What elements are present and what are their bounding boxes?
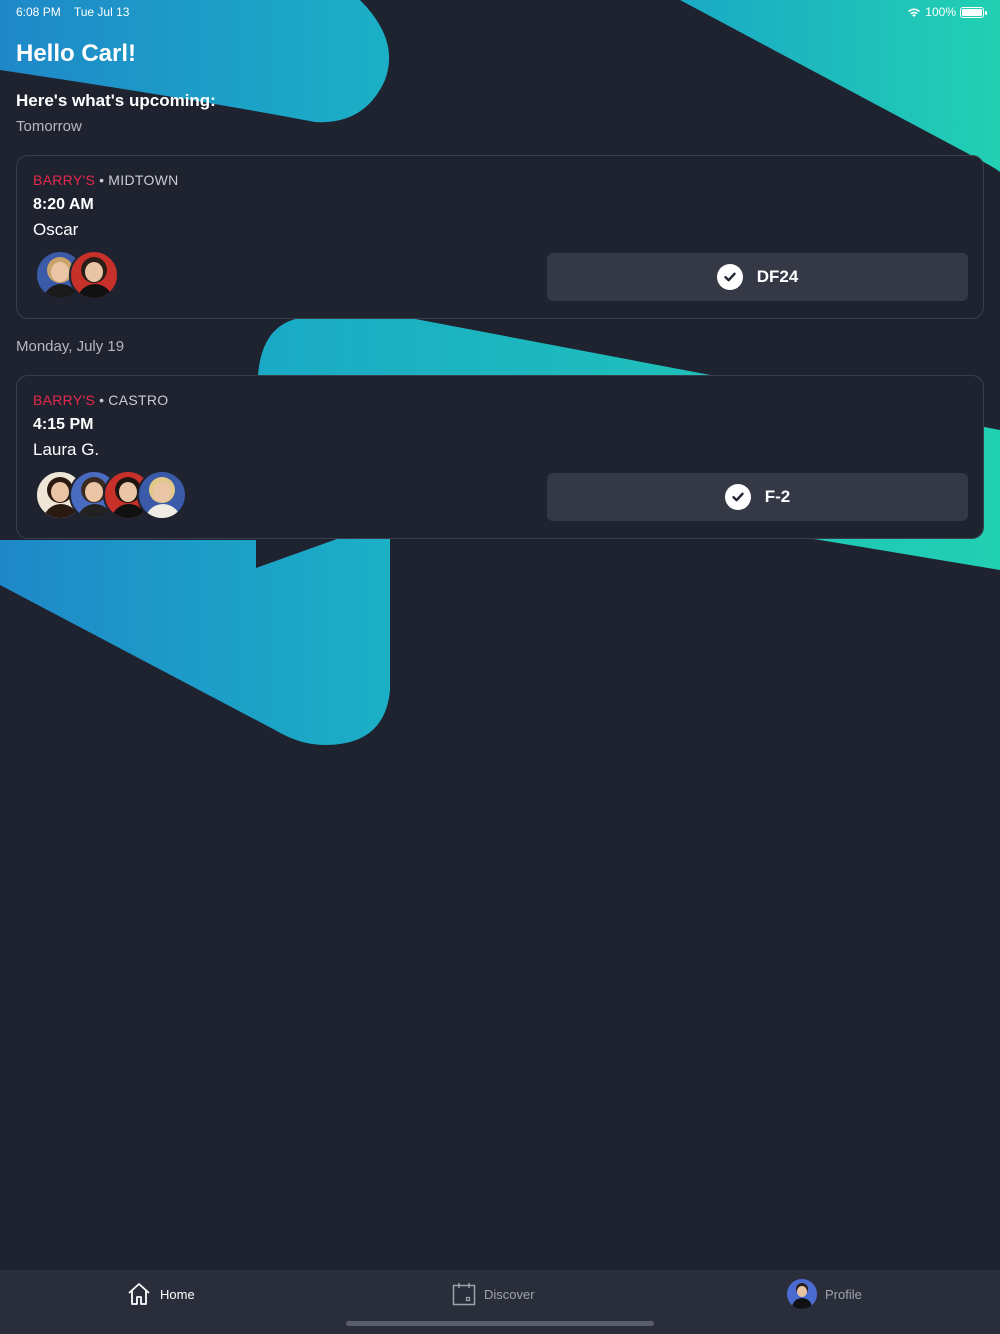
profile-avatar bbox=[787, 1279, 817, 1309]
battery-percent: 100% bbox=[925, 5, 956, 19]
studio-location: CASTRO bbox=[108, 392, 169, 408]
class-time: 4:15 PM bbox=[33, 416, 94, 433]
spot-label: DF24 bbox=[756, 267, 799, 286]
class-time: 8:20 AM bbox=[33, 196, 94, 213]
section-label-date: Monday, July 19 bbox=[16, 338, 125, 355]
attendee-avatars bbox=[35, 470, 187, 520]
home-indicator[interactable] bbox=[346, 1321, 654, 1326]
studio-location: MIDTOWN bbox=[108, 172, 179, 188]
studio-separator: • bbox=[99, 392, 105, 408]
avatar bbox=[69, 250, 119, 300]
tab-discover[interactable]: Discover bbox=[452, 1280, 535, 1308]
instructor-name: Oscar bbox=[33, 220, 79, 239]
tab-discover-label: Discover bbox=[484, 1286, 535, 1302]
battery-icon bbox=[960, 6, 987, 18]
studio-line: BARRY'S • MIDTOWN bbox=[33, 172, 179, 188]
avatar bbox=[137, 470, 187, 520]
attendee-avatars bbox=[35, 250, 119, 300]
calendar-icon bbox=[452, 1283, 476, 1306]
studio-line: BARRY'S • CASTRO bbox=[33, 392, 168, 408]
studio-separator: • bbox=[99, 172, 105, 188]
tab-profile-label: Profile bbox=[825, 1286, 862, 1302]
booking-card[interactable]: BARRY'S • MIDTOWN 8:20 AM Oscar DF24 bbox=[16, 155, 984, 319]
tab-profile[interactable]: Profile bbox=[787, 1279, 862, 1309]
check-icon bbox=[724, 484, 751, 510]
wifi-icon bbox=[908, 8, 921, 17]
home-icon bbox=[128, 1283, 150, 1305]
spot-button[interactable]: DF24 bbox=[547, 253, 968, 301]
upcoming-heading: Here's what's upcoming: bbox=[16, 91, 216, 110]
status-date: Tue Jul 13 bbox=[73, 5, 130, 19]
spot-button[interactable]: F-2 bbox=[547, 473, 968, 521]
status-time: 6:08 PM bbox=[16, 5, 61, 19]
instructor-name: Laura G. bbox=[33, 440, 100, 459]
studio-brand: BARRY'S bbox=[33, 392, 96, 408]
status-bar: 6:08 PM Tue Jul 13 100% bbox=[0, 0, 1000, 24]
booking-card[interactable]: BARRY'S • CASTRO 4:15 PM Laura G. F-2 bbox=[16, 375, 984, 539]
studio-brand: BARRY'S bbox=[33, 172, 96, 188]
spot-label: F-2 bbox=[764, 487, 791, 506]
check-icon bbox=[716, 264, 743, 290]
section-label-tomorrow: Tomorrow bbox=[16, 118, 82, 135]
tab-home-label: Home bbox=[160, 1286, 195, 1302]
tab-home[interactable]: Home bbox=[126, 1280, 195, 1308]
greeting-title: Hello Carl! bbox=[16, 40, 137, 67]
